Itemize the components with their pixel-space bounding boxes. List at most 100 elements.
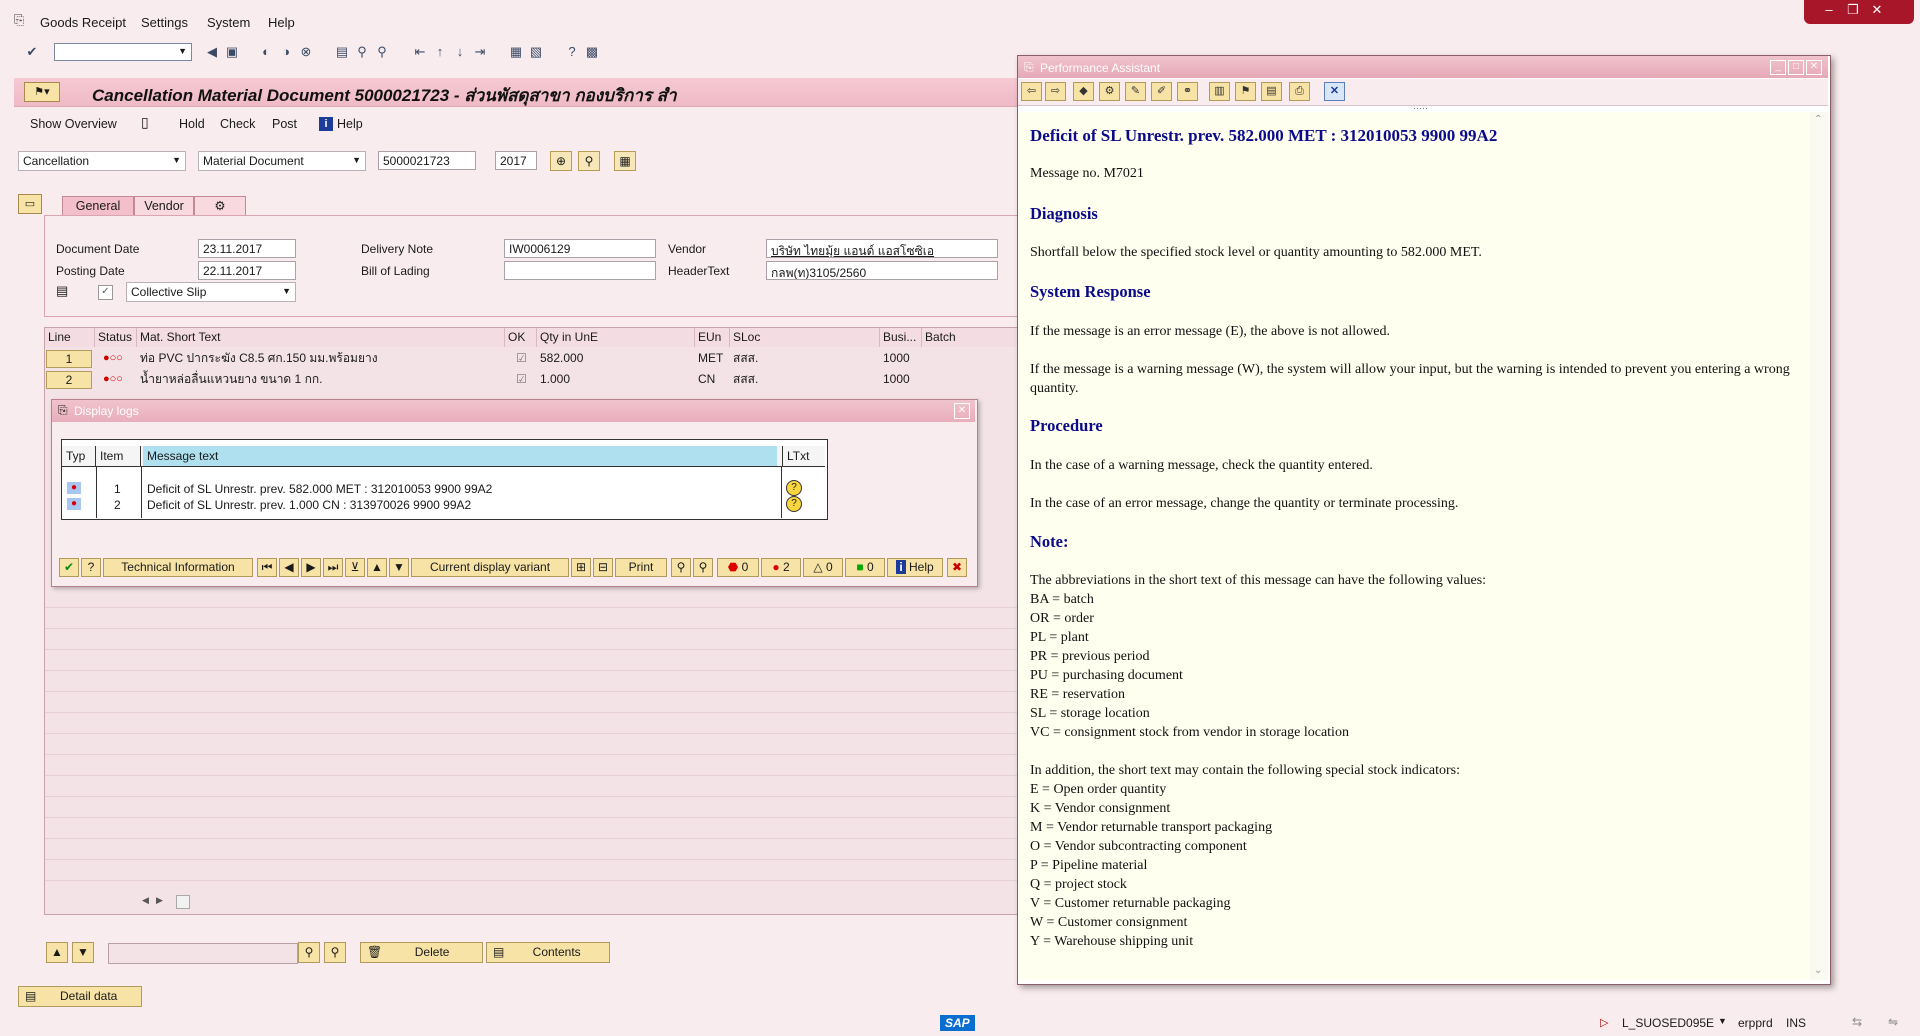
status-expand-icon[interactable]: ▷ [1600, 1016, 1608, 1029]
save-icon[interactable]: ▣ [224, 44, 240, 60]
print-button[interactable]: Print [615, 558, 667, 577]
long-text-help-icon[interactable]: ? [786, 496, 802, 512]
header-text-field[interactable]: กลพ(ท)3105/2560 [766, 261, 998, 280]
menu-settings[interactable]: Settings [141, 15, 188, 30]
show-overview-button[interactable]: Show Overview [30, 117, 117, 131]
slip-type-select[interactable]: Collective Slip ▼ [126, 282, 296, 302]
cancel-icon[interactable]: ⊗ [298, 44, 314, 60]
sort-down-icon[interactable]: ▼ [389, 558, 409, 577]
check-button[interactable]: Check [220, 117, 255, 131]
input-mode[interactable]: INS [1786, 1016, 1806, 1030]
prev-page-icon[interactable]: ◀ [279, 558, 299, 577]
close-help-icon[interactable]: ✕ [1324, 82, 1345, 101]
back-arrow-icon[interactable]: ◀ [204, 44, 220, 60]
next-page-icon[interactable]: ↓ [452, 44, 468, 60]
print-icon[interactable]: ⎙ [1289, 82, 1310, 101]
post-button[interactable]: Post [272, 117, 297, 131]
last-page-icon[interactable]: ⇥ [472, 44, 488, 60]
find-field[interactable] [108, 943, 298, 964]
menu-system[interactable]: System [207, 15, 250, 30]
delivery-note-field[interactable]: IW0006129 [504, 239, 656, 258]
help-button[interactable]: Help [337, 117, 363, 131]
sort-up-icon[interactable]: ▲ [367, 558, 387, 577]
col-mat-short-text[interactable]: Mat. Short Text [137, 328, 505, 347]
col-status[interactable]: Status [95, 328, 137, 347]
help-icon[interactable]: ? [564, 44, 580, 60]
back-icon[interactable]: ◐ [258, 44, 274, 60]
confirm-icon[interactable]: ✔ [59, 558, 79, 577]
year-field[interactable]: 2017 [495, 151, 537, 170]
col-business-area[interactable]: Busi... [880, 328, 922, 347]
item-qty[interactable]: 582.000 [537, 349, 583, 368]
back-arrow-icon[interactable]: ⇦ [1021, 82, 1042, 101]
tab-partner-icon[interactable]: ⚙ [194, 196, 246, 216]
first-page-icon[interactable]: ⏮ [257, 558, 277, 577]
session-dropdown-icon[interactable]: ▼ [1718, 1016, 1727, 1026]
contents-button[interactable]: ▤ Contents [486, 942, 610, 963]
sort-down-icon[interactable]: ▼ [72, 942, 94, 963]
header-toggle-icon[interactable]: ▭ [18, 194, 42, 214]
tab-vendor[interactable]: Vendor [134, 196, 194, 216]
links-icon[interactable]: ⚭ [1177, 82, 1198, 101]
scroll-left-icon[interactable]: ◀ [142, 895, 149, 906]
table-icon[interactable]: ▦ [614, 151, 636, 171]
find-next-icon[interactable]: ⚲ [324, 942, 346, 963]
help-scrollbar[interactable]: ⌃ ⌄ [1810, 112, 1828, 980]
edit-icon[interactable]: ✎ [1125, 82, 1146, 101]
error-filter-button[interactable]: ● 2 [761, 558, 801, 577]
new-session-icon[interactable]: ▦ [508, 44, 524, 60]
execute-icon[interactable]: ⊕ [550, 151, 572, 171]
collapse-icon[interactable]: ⊟ [593, 558, 613, 577]
action-select[interactable]: Cancellation ▼ [18, 151, 186, 171]
col-qty[interactable]: Qty in UnE [537, 328, 695, 347]
col-ltxt[interactable]: LTxt [782, 446, 824, 466]
col-sloc[interactable]: SLoc [730, 328, 880, 347]
menu-goods-receipt[interactable]: Goods Receipt [40, 15, 126, 30]
minimize-icon[interactable]: – [1818, 2, 1840, 20]
exit-icon[interactable]: ◑ [278, 44, 294, 60]
transaction-menu-icon[interactable]: ⚑▾ [24, 82, 60, 102]
new-document-icon[interactable]: ▯ [141, 114, 149, 131]
menu-icon[interactable]: ⎘ [14, 12, 24, 28]
success-filter-button[interactable]: ■ 0 [845, 558, 885, 577]
find-icon[interactable]: ⚲ [298, 942, 320, 963]
find-icon[interactable]: ⚲ [671, 558, 691, 577]
item-qty[interactable]: 1.000 [537, 370, 570, 389]
settings-icon[interactable]: ⚙ [1099, 82, 1120, 101]
line-button-1[interactable]: 1 [46, 350, 92, 368]
posting-date-field[interactable]: 22.11.2017 [198, 261, 296, 280]
layout-icon[interactable]: ▩ [584, 44, 600, 60]
bookmark-icon[interactable]: ⚑ [1235, 82, 1256, 101]
search-icon[interactable]: ⚲ [578, 151, 600, 171]
session-info[interactable]: L_SUOSED095E [1622, 1016, 1714, 1030]
maximize-icon[interactable]: □ [1788, 60, 1804, 75]
document-number-field[interactable]: 5000021723 [378, 151, 476, 170]
col-item[interactable]: Item [96, 446, 141, 466]
print-icon[interactable]: ▤ [334, 44, 350, 60]
detail-data-button[interactable]: ▤ Detail data [18, 986, 142, 1007]
print-preview-icon[interactable]: ▤ [1261, 82, 1282, 101]
command-field[interactable]: ▼ [54, 43, 192, 61]
minimize-icon[interactable]: _ [1770, 60, 1786, 75]
warning-filter-button[interactable]: △ 0 [803, 558, 843, 577]
horizontal-scrollbar[interactable] [176, 895, 190, 909]
close-icon[interactable]: ✕ [1806, 60, 1822, 75]
document-date-field[interactable]: 23.11.2017 [198, 239, 296, 258]
filter-icon[interactable]: ⊻ [345, 558, 365, 577]
shortcut-icon[interactable]: ▧ [528, 44, 544, 60]
layout-toggle-icon[interactable]: ⇋ [1888, 1015, 1898, 1029]
col-ok[interactable]: OK [505, 328, 537, 347]
find-icon[interactable]: ⚲ [354, 44, 370, 60]
help-circle-icon[interactable]: ? [81, 558, 101, 577]
technical-info-icon[interactable]: ◆ [1073, 82, 1094, 101]
forward-arrow-icon[interactable]: ⇨ [1045, 82, 1066, 101]
scroll-down-icon[interactable]: ⌄ [1814, 965, 1822, 976]
stop-filter-button[interactable]: ⬣ 0 [717, 558, 759, 577]
long-text-help-icon[interactable]: ? [786, 480, 802, 496]
help-button[interactable]: i Help [887, 558, 943, 577]
delete-button[interactable]: 🗑 Delete [360, 942, 483, 963]
prev-page-icon[interactable]: ↑ [432, 44, 448, 60]
print-icon[interactable]: ▤ [56, 283, 68, 299]
col-message-text[interactable]: Message text [143, 446, 777, 466]
ok-checkbox[interactable]: ☑ [513, 370, 527, 389]
